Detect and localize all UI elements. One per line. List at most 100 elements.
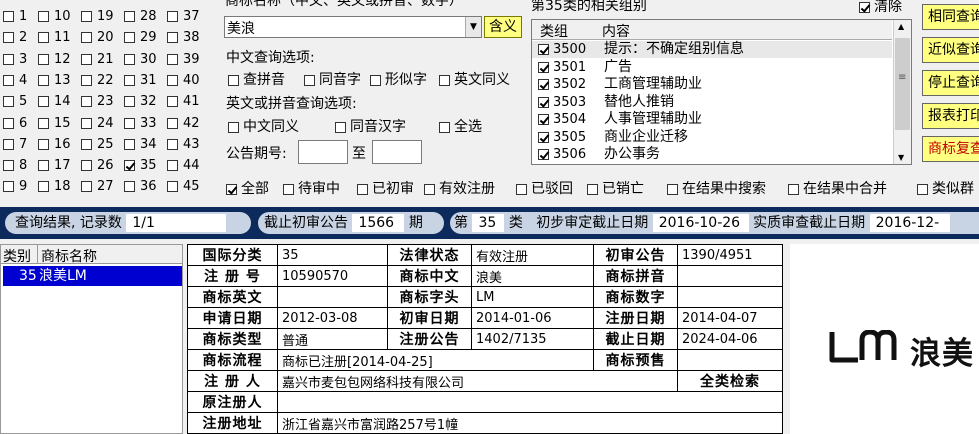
filter-rejected[interactable]: 已驳回 xyxy=(516,178,573,198)
en-option-select-all[interactable]: 全选 xyxy=(439,116,482,136)
class-checkbox-6[interactable]: 6 xyxy=(3,114,27,134)
class-checkbox-2[interactable]: 2 xyxy=(3,28,27,48)
class-checkbox-28[interactable]: 28 xyxy=(124,7,157,27)
group-checkbox[interactable] xyxy=(538,61,549,73)
class-checkbox-17[interactable]: 17 xyxy=(38,156,71,176)
groups-scrollbar[interactable]: ▲ ≡ ▼ xyxy=(893,20,911,164)
class-checkbox-43[interactable]: 43 xyxy=(167,135,200,155)
class-checkbox-5[interactable]: 5 xyxy=(3,92,27,112)
groups-list[interactable]: 类组 内容 3500 提示：不确定组别信息 3501 广告 3502 工商管理辅助业 350… xyxy=(531,19,912,165)
filter-prelim[interactable]: 已初审 xyxy=(357,178,414,198)
class-checkbox-14[interactable]: 14 xyxy=(38,92,71,112)
class-checkbox-40[interactable]: 40 xyxy=(167,71,200,91)
class-checkbox-9[interactable]: 9 xyxy=(3,177,27,197)
group-checkbox[interactable] xyxy=(538,131,549,143)
group-row[interactable]: 3503 替他人推销 xyxy=(532,94,892,111)
class-checkbox-41[interactable]: 41 xyxy=(167,92,200,112)
class-checkbox-3[interactable]: 3 xyxy=(3,50,27,70)
class-value: 35 xyxy=(472,214,505,232)
class-checkbox-31[interactable]: 31 xyxy=(124,71,157,91)
group-checkbox[interactable] xyxy=(538,114,549,125)
class-checkbox-35[interactable]: 35 xyxy=(124,156,157,176)
period-from-input[interactable] xyxy=(298,140,348,164)
filter-merge-results[interactable]: 在结果中合并 xyxy=(788,178,887,198)
class-checkbox-33[interactable]: 33 xyxy=(124,114,157,134)
class-checkbox-44[interactable]: 44 xyxy=(167,156,200,176)
period-to-input[interactable] xyxy=(372,140,422,164)
all-class-search-button[interactable]: 全类检索 xyxy=(677,370,783,392)
scroll-up-icon[interactable]: ▲ xyxy=(898,22,904,31)
class-checkbox-18[interactable]: 18 xyxy=(38,177,71,197)
class-checkbox-29[interactable]: 29 xyxy=(124,28,157,48)
class-checkbox-39[interactable]: 39 xyxy=(167,50,200,70)
class-checkbox-16[interactable]: 16 xyxy=(38,135,71,155)
class-checkbox-42[interactable]: 42 xyxy=(167,114,200,134)
legal-status-label: 法律状态 xyxy=(387,244,472,266)
group-row[interactable]: 3504 人事管理辅助业 xyxy=(532,111,892,128)
group-checkbox[interactable] xyxy=(538,96,549,108)
cn-option-en-synonym[interactable]: 英文同义 xyxy=(439,69,510,89)
group-row[interactable]: 3505 商业企业迁移 xyxy=(532,129,892,146)
group-checkbox[interactable] xyxy=(538,44,549,55)
chevron-down-icon[interactable]: ▼ xyxy=(465,17,481,37)
en-option-homophone[interactable]: 同音汉字 xyxy=(335,116,406,136)
group-checkbox[interactable] xyxy=(538,149,549,160)
result-list[interactable]: 类别 商标名称 35 浪美LM xyxy=(0,244,183,434)
class-checkbox-22[interactable]: 22 xyxy=(81,71,114,91)
scroll-down-icon[interactable]: ▼ xyxy=(898,153,904,162)
group-row[interactable]: 3506 办公事务 xyxy=(532,146,892,163)
same-search-button[interactable]: 相同查询 xyxy=(922,4,979,30)
class-checkbox-4[interactable]: 4 xyxy=(3,71,27,91)
class-checkbox-36[interactable]: 36 xyxy=(124,177,157,197)
class-checkbox-7[interactable]: 7 xyxy=(3,135,27,155)
filter-pending[interactable]: 待审中 xyxy=(283,178,340,198)
filter-similar-group[interactable]: 类似群 xyxy=(917,178,974,198)
class-checkbox-20[interactable]: 20 xyxy=(81,28,114,48)
scroll-thumb[interactable] xyxy=(895,38,910,130)
filter-registered[interactable]: 有效注册 xyxy=(424,178,495,198)
name-input[interactable]: 美浪 ▼ xyxy=(224,16,482,38)
class-checkbox-38[interactable]: 38 xyxy=(167,28,200,48)
filter-all[interactable]: 全部 xyxy=(226,178,269,198)
en-option-cn-synonym[interactable]: 中文同义 xyxy=(228,116,299,136)
class-checkbox-30[interactable]: 30 xyxy=(124,50,157,70)
class-checkbox-1[interactable]: 1 xyxy=(3,7,27,27)
class-checkbox-45[interactable]: 45 xyxy=(167,177,200,197)
cn-option-homophone[interactable]: 同音字 xyxy=(304,69,361,89)
class-checkbox-10[interactable]: 10 xyxy=(38,7,71,27)
print-report-button[interactable]: 报表打印 xyxy=(922,103,979,129)
class-checkbox-34[interactable]: 34 xyxy=(124,135,157,155)
class-checkbox-21[interactable]: 21 xyxy=(81,50,114,70)
logo-text: 浪美 xyxy=(910,336,974,372)
class-checkbox-11[interactable]: 11 xyxy=(38,28,71,48)
group-checkbox[interactable] xyxy=(538,79,549,90)
stop-search-button[interactable]: 停止查询 xyxy=(922,70,979,96)
reg-date-label: 注册日期 xyxy=(593,307,678,329)
group-row[interactable]: 3500 提示：不确定组别信息 xyxy=(532,41,892,58)
cn-option-shape[interactable]: 形似字 xyxy=(370,69,427,89)
group-row[interactable]: 3502 工商管理辅助业 xyxy=(532,76,892,93)
class-checkbox-19[interactable]: 19 xyxy=(81,7,114,27)
class-checkbox-15[interactable]: 15 xyxy=(38,114,71,134)
class-checkbox-32[interactable]: 32 xyxy=(124,92,157,112)
group-row[interactable]: 3501 广告 xyxy=(532,59,892,76)
recheck-button[interactable]: 商标复查 xyxy=(922,136,979,162)
filter-search-in-results[interactable]: 在结果中搜索 xyxy=(667,178,766,198)
clear-checkbox[interactable]: 清除 xyxy=(859,0,902,16)
name-label: 商标名称（中文、英文或拼音、数字） xyxy=(225,0,463,9)
meaning-button[interactable]: 含义 xyxy=(484,16,522,38)
class-checkbox-25[interactable]: 25 xyxy=(81,135,114,155)
legal-status-value: 有效注册 xyxy=(471,244,594,266)
filter-expired[interactable]: 已销亡 xyxy=(587,178,644,198)
class-checkbox-8[interactable]: 8 xyxy=(3,156,27,176)
similar-search-button[interactable]: 近似查询 xyxy=(922,37,979,63)
class-checkbox-12[interactable]: 12 xyxy=(38,50,71,70)
cn-option-pinyin[interactable]: 查拼音 xyxy=(228,69,285,89)
class-checkbox-26[interactable]: 26 xyxy=(81,156,114,176)
list-item[interactable]: 35 浪美LM xyxy=(3,266,182,286)
class-checkbox-27[interactable]: 27 xyxy=(81,177,114,197)
class-checkbox-37[interactable]: 37 xyxy=(167,7,200,27)
class-checkbox-13[interactable]: 13 xyxy=(38,71,71,91)
class-checkbox-24[interactable]: 24 xyxy=(81,114,114,134)
class-checkbox-23[interactable]: 23 xyxy=(81,92,114,112)
